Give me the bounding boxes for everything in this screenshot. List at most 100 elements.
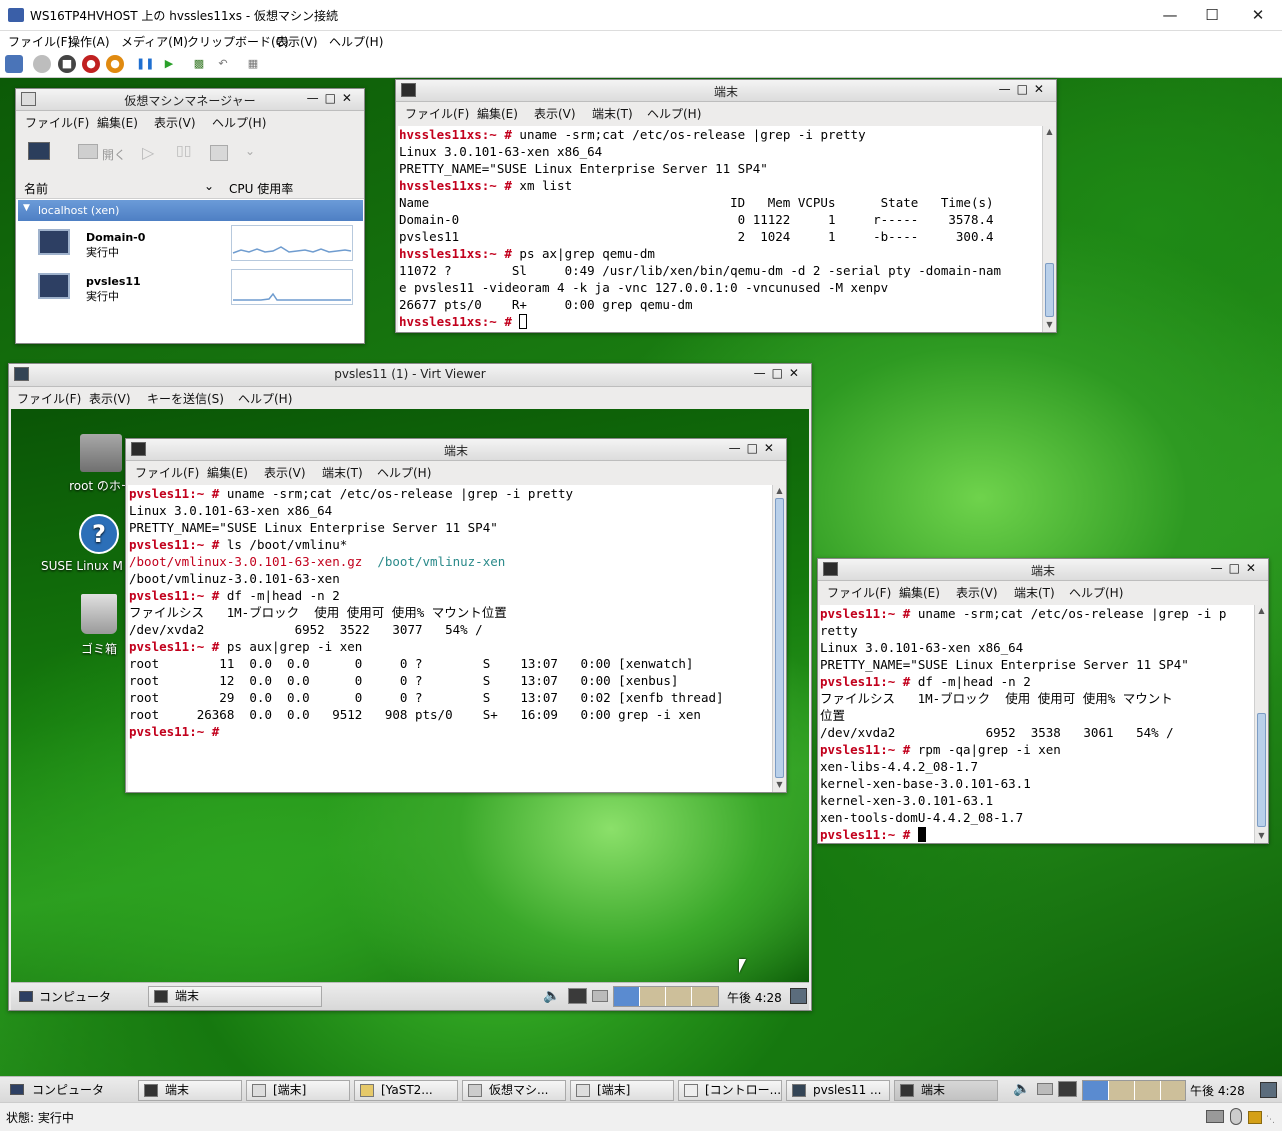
show-desktop-icon[interactable] <box>790 988 807 1004</box>
prompt-line[interactable]: pvsles11:~ # <box>129 723 772 740</box>
term1-menu-terminal[interactable]: 端末(T) <box>592 105 633 122</box>
menu-action[interactable]: 操作(A) <box>68 33 110 50</box>
term3-menu-view[interactable]: 表示(V) <box>956 584 998 601</box>
term3-menu-edit[interactable]: 編集(E) <box>899 584 940 601</box>
term1-menu-view[interactable]: 表示(V) <box>534 105 576 122</box>
viewer-menu-help[interactable]: ヘルプ(H) <box>238 390 292 407</box>
term2-menu-edit[interactable]: 編集(E) <box>207 464 248 481</box>
term3-menu-help[interactable]: ヘルプ(H) <box>1069 584 1123 601</box>
network-icon[interactable] <box>568 988 587 1004</box>
term2-window-controls[interactable]: —□✕ <box>729 441 780 455</box>
term2-menu-help[interactable]: ヘルプ(H) <box>377 464 431 481</box>
vmm-menu-help[interactable]: ヘルプ(H) <box>212 114 266 131</box>
task-control-center[interactable]: [コントロー... <box>678 1080 782 1101</box>
viewer-menu-sendkey[interactable]: キーを送信(S) <box>147 390 224 407</box>
turn-off-icon[interactable]: ■ <box>58 55 76 73</box>
host-group-row[interactable]: ▼ localhost (xen) <box>18 200 363 221</box>
printer-icon[interactable] <box>1037 1083 1053 1095</box>
volume-icon[interactable]: 🔈 <box>543 988 560 1004</box>
vm-row-pvsles11[interactable]: pvsles11 実行中 <box>18 269 363 311</box>
close-icon[interactable]: ✕ <box>1238 4 1278 26</box>
run-icon[interactable]: ▷ <box>142 143 154 162</box>
new-vm-icon[interactable] <box>28 142 50 160</box>
guest-computer-button[interactable]: コンピュータ <box>17 987 111 1007</box>
open-vm-icon[interactable] <box>78 144 98 159</box>
scroll-thumb[interactable] <box>775 498 784 778</box>
scroll-up-icon[interactable]: ▲ <box>1255 605 1268 617</box>
show-desktop-icon[interactable] <box>1260 1082 1277 1098</box>
term1-scrollbar[interactable]: ▲ ▼ <box>1042 126 1056 332</box>
resize-grip-icon[interactable]: ⋱ <box>1266 1115 1275 1125</box>
scroll-up-icon[interactable]: ▲ <box>773 485 786 497</box>
dom0-workspace-switcher[interactable] <box>1082 1080 1186 1101</box>
col-name[interactable]: 名前 <box>24 180 48 197</box>
menu-help[interactable]: ヘルプ(H) <box>329 33 383 50</box>
term1-window-controls[interactable]: —□✕ <box>999 82 1050 96</box>
menu-file[interactable]: ファイル(F) <box>8 33 72 50</box>
col-cpu[interactable]: CPU 使用率 <box>229 180 293 197</box>
workspace-4[interactable] <box>692 987 718 1006</box>
guest-task-terminal[interactable]: 端末 <box>148 986 322 1007</box>
term3-window-controls[interactable]: —□✕ <box>1211 561 1262 575</box>
checkpoint-icon[interactable]: ▩ <box>190 55 208 73</box>
dom0-clock[interactable]: 午後 4:28 <box>1190 1082 1245 1099</box>
viewer-window-controls[interactable]: —□✕ <box>754 366 805 380</box>
vmm-menu-view[interactable]: 表示(V) <box>154 114 196 131</box>
pause-vm-icon[interactable]: ▯▯ <box>176 143 191 159</box>
task-terminal-2[interactable]: [端末] <box>246 1080 350 1101</box>
expand-triangle-icon[interactable]: ▼ <box>23 203 30 213</box>
term1-menu-edit[interactable]: 編集(E) <box>477 105 518 122</box>
printer-icon[interactable] <box>592 990 608 1002</box>
prompt-line[interactable]: hvssles11xs:~ # <box>399 313 1042 330</box>
network-icon[interactable] <box>1058 1081 1077 1097</box>
term2-menu-terminal[interactable]: 端末(T) <box>322 464 363 481</box>
workspace-2[interactable] <box>640 987 666 1006</box>
volume-icon[interactable]: 🔈 <box>1013 1081 1030 1097</box>
workspace-4[interactable] <box>1161 1081 1186 1100</box>
term1-output[interactable]: hvssles11xs:~ # uname -srm;cat /etc/os-r… <box>398 126 1042 332</box>
viewer-menu-view[interactable]: 表示(V) <box>89 390 131 407</box>
revert-icon[interactable]: ↶ <box>214 55 232 73</box>
scroll-down-icon[interactable]: ▼ <box>1255 830 1268 842</box>
term3-menu-terminal[interactable]: 端末(T) <box>1014 584 1055 601</box>
workspace-1[interactable] <box>1083 1081 1109 1100</box>
term2-menu-file[interactable]: ファイル(F) <box>135 464 199 481</box>
workspace-1[interactable] <box>614 987 640 1006</box>
viewer-menu-file[interactable]: ファイル(F) <box>17 390 81 407</box>
task-yast2[interactable]: [YaST2... <box>354 1080 458 1101</box>
task-virt-viewer[interactable]: pvsles11 ... <box>786 1080 890 1101</box>
minimize-icon[interactable]: — <box>1150 4 1190 26</box>
term3-output[interactable]: pvsles11:~ # uname -srm;cat /etc/os-rele… <box>820 605 1254 843</box>
term2-scrollbar[interactable]: ▲ ▼ <box>772 485 786 792</box>
menu-view[interactable]: 表示(V) <box>276 33 318 50</box>
start-icon[interactable] <box>33 55 51 73</box>
scroll-thumb[interactable] <box>1257 713 1266 827</box>
trash-icon[interactable]: ゴミ箱 <box>69 594 129 657</box>
task-terminal-1[interactable]: 端末 <box>138 1080 242 1101</box>
workspace-2[interactable] <box>1109 1081 1135 1100</box>
save-icon[interactable]: ● <box>106 55 124 73</box>
workspace-switcher[interactable] <box>613 986 719 1007</box>
workspace-3[interactable] <box>666 987 692 1006</box>
dom0-computer-button[interactable]: コンピュータ <box>8 1080 104 1100</box>
scroll-down-icon[interactable]: ▼ <box>1043 319 1056 331</box>
vm-row-domain0[interactable]: Domain-0 実行中 <box>18 225 363 267</box>
prompt-line[interactable]: pvsles11:~ # <box>820 826 1254 843</box>
task-vm-manager[interactable]: 仮想マシ... <box>462 1080 566 1101</box>
vmm-menu-file[interactable]: ファイル(F) <box>25 114 89 131</box>
ctrl-alt-del-icon[interactable] <box>5 55 23 73</box>
shutdown-icon[interactable]: ● <box>82 55 100 73</box>
term3-menu-file[interactable]: ファイル(F) <box>827 584 891 601</box>
term2-output[interactable]: pvsles11:~ # uname -srm;cat /etc/os-rele… <box>128 485 772 792</box>
term2-menu-view[interactable]: 表示(V) <box>264 464 306 481</box>
menu-clipboard[interactable]: クリップボード(C) <box>187 33 289 50</box>
sort-chevron-icon[interactable]: ⌄ <box>204 179 214 193</box>
scroll-thumb[interactable] <box>1045 263 1054 317</box>
vmm-window-controls[interactable]: —□✕ <box>307 91 358 105</box>
scroll-down-icon[interactable]: ▼ <box>773 779 786 791</box>
task-terminal-4[interactable]: 端末 <box>894 1080 998 1101</box>
maximize-icon[interactable]: ☐ <box>1192 4 1232 26</box>
vmm-menu-edit[interactable]: 編集(E) <box>97 114 138 131</box>
shutdown-vm-icon[interactable] <box>210 145 228 161</box>
menu-media[interactable]: メディア(M) <box>121 33 188 50</box>
